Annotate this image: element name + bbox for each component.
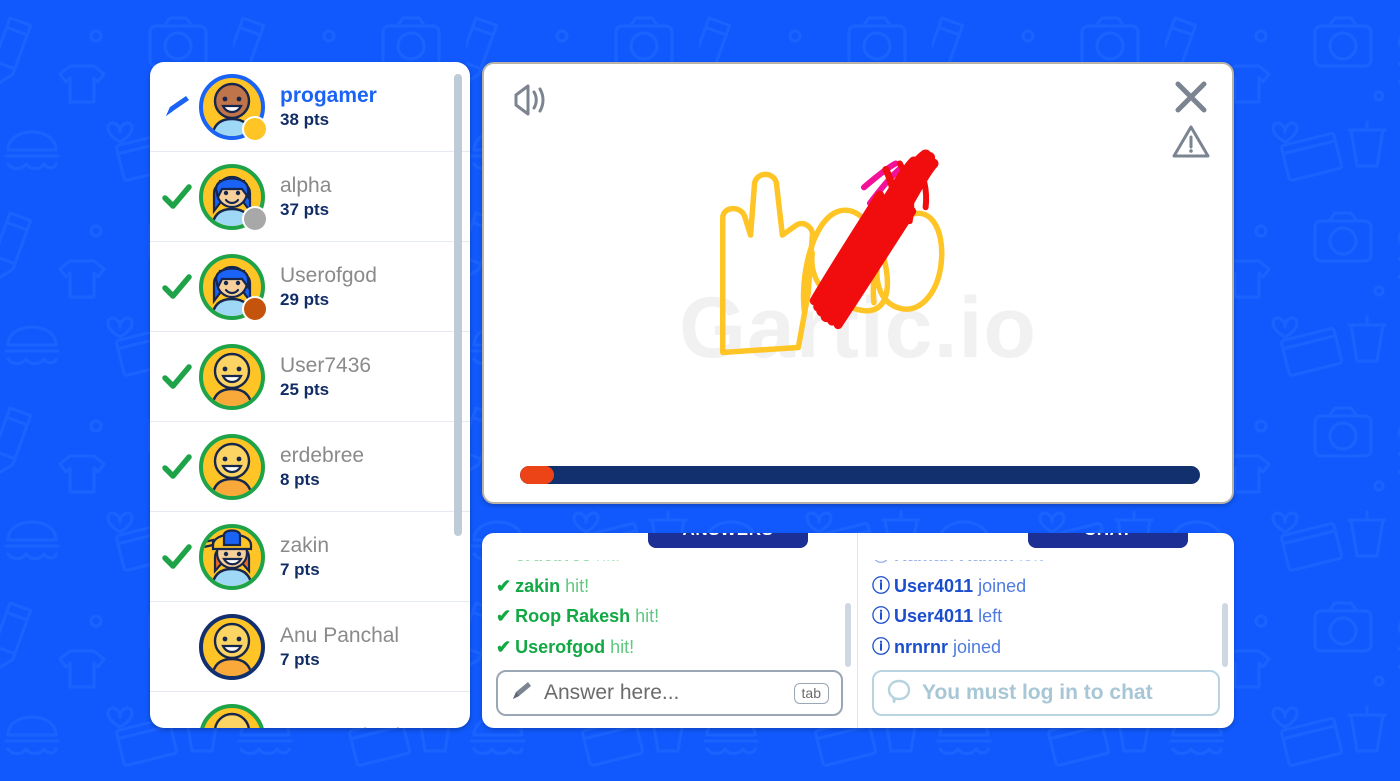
chat-author: User4011 (894, 575, 974, 596)
player-status-check (156, 451, 198, 483)
chat-author: nrnrnr (894, 637, 948, 658)
warning-triangle-icon[interactable] (1171, 122, 1211, 162)
player-row[interactable]: alpha 37 pts (150, 152, 470, 242)
player-points: 29 pts (280, 289, 330, 309)
chat-text: left (1019, 560, 1043, 565)
player-row[interactable]: erdebree 8 pts (150, 422, 470, 512)
player-row[interactable]: User7436 25 pts (150, 332, 470, 422)
player-status-check (156, 181, 198, 213)
list-item: ⓘ nrnrnr joined (872, 633, 1220, 662)
tab-chat[interactable]: CHAT (1028, 533, 1188, 548)
info-icon: ⓘ (872, 606, 890, 627)
player-name: Roop Rakesh (280, 725, 407, 728)
chat-author: User4011 (894, 606, 974, 627)
check-icon: ✔ (496, 637, 512, 658)
avatar (198, 163, 268, 232)
answer-text: hit! (596, 560, 620, 565)
info-icon: ⓘ (872, 575, 890, 596)
player-points: 38 pts (280, 109, 330, 129)
info-icon: ⓘ (872, 637, 890, 658)
answers-column: ANSWERS ✔erdebree hit! ✔zakin hit! ✔Roop… (482, 533, 858, 728)
chat-message-list[interactable]: ⓘRaman Ramin left ⓘUser4011 joined ⓘUser… (872, 560, 1220, 662)
answer-input[interactable]: Answer here... tab (496, 670, 843, 716)
player-status-check (156, 361, 198, 393)
chat-column: CHAT ⓘRaman Ramin left ⓘUser4011 joined … (858, 533, 1234, 728)
chat-author: Raman Ramin (894, 560, 1014, 565)
player-color-badge (242, 205, 268, 232)
list-item: ✔ Userofgod hit! (496, 633, 843, 662)
avatar (198, 613, 266, 681)
chat-text: joined (953, 637, 1002, 658)
info-icon: ⓘ (872, 560, 890, 565)
player-status-check (156, 271, 198, 303)
close-icon[interactable] (1170, 76, 1212, 118)
bottom-panel: ANSWERS ✔erdebree hit! ✔zakin hit! ✔Roop… (482, 533, 1234, 728)
player-points: 8 pts (280, 469, 320, 489)
canvas-drawing[interactable] (484, 64, 1232, 504)
player-list-scrollbar[interactable] (454, 74, 462, 716)
chat-input-placeholder: You must log in to chat (922, 681, 1153, 704)
check-icon: ✔ (496, 606, 512, 627)
answer-text: hit! (635, 606, 660, 627)
answer-author: zakin (515, 575, 561, 596)
player-color-badge (242, 115, 268, 142)
player-name: User7436 (280, 353, 372, 377)
pencil-icon (510, 679, 534, 708)
tab-answers[interactable]: ANSWERS (648, 533, 808, 548)
player-list-panel: progamer 38 pts alpha 37 pts Userofgod 2… (150, 62, 470, 728)
check-icon: ✔ (496, 575, 512, 596)
avatar (198, 703, 266, 728)
player-row[interactable]: Roop Rakesh (150, 692, 470, 728)
player-points: 37 pts (280, 199, 330, 219)
check-icon: ✔ (496, 560, 511, 565)
player-points: 7 pts (280, 649, 320, 669)
chat-text: joined (978, 575, 1027, 596)
player-row[interactable]: Anu Panchal 7 pts (150, 602, 470, 692)
answer-author: erdebree (515, 560, 591, 565)
list-item: ✔ Roop Rakesh hit! (496, 602, 843, 631)
player-row[interactable]: progamer 38 pts (150, 62, 470, 152)
answer-input-placeholder: Answer here... (544, 681, 680, 704)
drawing-canvas-panel[interactable]: Gartic.io (482, 62, 1234, 504)
player-points: 25 pts (280, 379, 330, 399)
player-name: Userofgod (280, 263, 377, 287)
avatar (198, 73, 268, 142)
player-row[interactable]: Userofgod 29 pts (150, 242, 470, 332)
player-name: zakin (280, 533, 330, 557)
avatar (198, 253, 268, 322)
player-name: progamer (280, 83, 377, 107)
player-points: 7 pts (280, 559, 320, 579)
list-item: ⓘ Raman Ramin left (872, 560, 1220, 570)
chat-input[interactable]: You must log in to chat (872, 670, 1220, 716)
avatar (198, 343, 266, 411)
list-item: ⓘ User4011 joined (872, 572, 1220, 601)
tab-key-hint: tab (793, 682, 829, 704)
avatar (198, 523, 266, 591)
player-row[interactable]: zakin 7 pts (150, 512, 470, 602)
player-status-check (156, 541, 198, 573)
player-color-badge (242, 295, 268, 322)
speech-bubble-icon (886, 678, 912, 709)
player-name: alpha (280, 173, 332, 197)
answers-message-list[interactable]: ✔erdebree hit! ✔zakin hit! ✔Roop Rakesh … (496, 560, 843, 662)
round-timer-progress-fill (520, 466, 554, 484)
sound-icon[interactable] (508, 78, 552, 122)
player-status-pencil (156, 92, 198, 122)
round-timer-progress-track (520, 466, 1200, 484)
answer-author: Userofgod (515, 637, 606, 658)
list-item: ✔ erdebree hit! (496, 560, 843, 570)
list-item: ⓘ User4011 left (872, 602, 1220, 631)
answer-author: Roop Rakesh (515, 606, 631, 627)
answer-text: hit! (610, 637, 635, 658)
chat-scrollbar[interactable] (1222, 603, 1228, 667)
list-item: ✔ zakin hit! (496, 572, 843, 601)
answers-scrollbar[interactable] (845, 603, 851, 667)
avatar (198, 433, 266, 501)
answer-text: hit! (565, 575, 590, 596)
player-list-scrollbar-thumb[interactable] (454, 74, 462, 537)
player-list-scroll-area[interactable]: progamer 38 pts alpha 37 pts Userofgod 2… (150, 62, 470, 728)
player-name: Anu Panchal (280, 623, 400, 647)
chat-text: left (978, 606, 1003, 627)
player-name: erdebree (280, 443, 365, 467)
